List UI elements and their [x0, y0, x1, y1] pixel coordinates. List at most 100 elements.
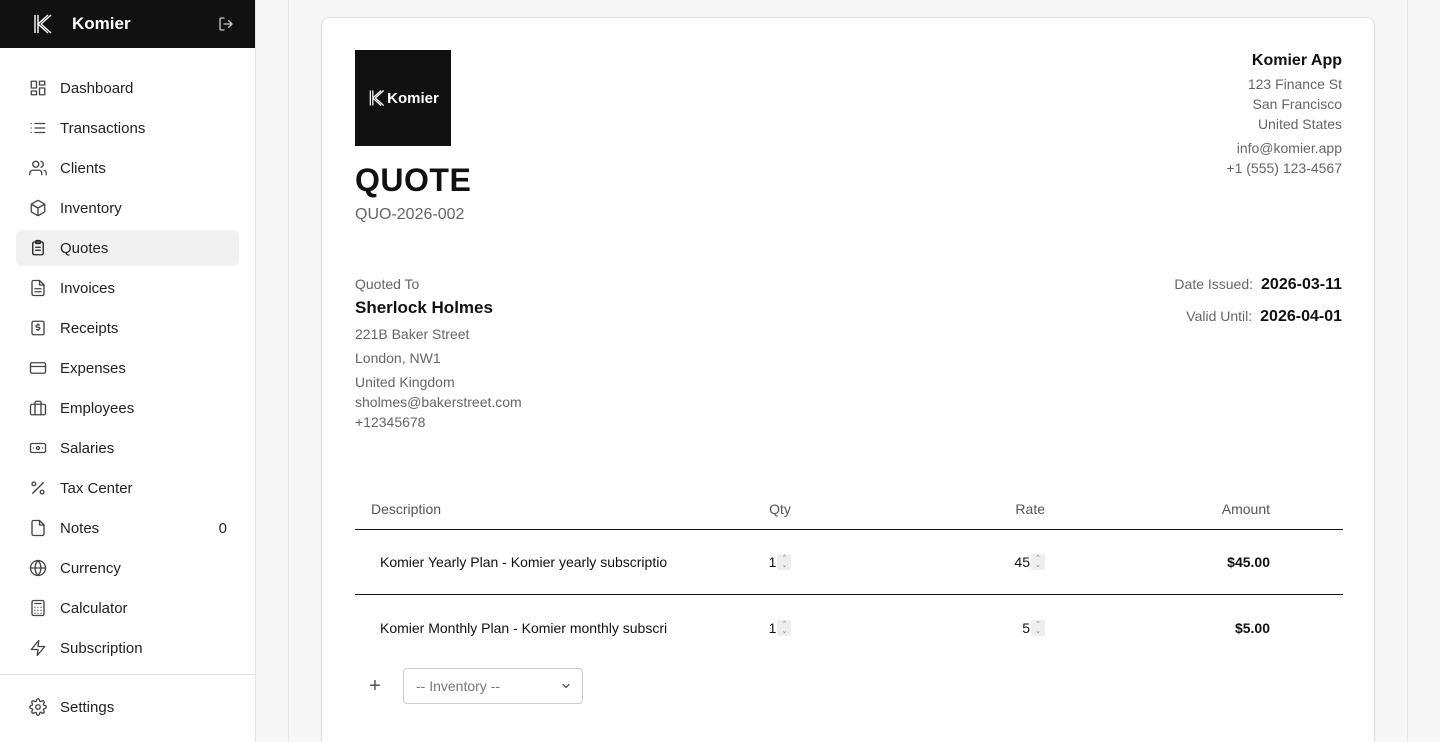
sidebar-item-label: Subscription	[60, 639, 143, 657]
date-issued-value[interactable]: 2026-03-11	[1261, 276, 1342, 294]
valid-until-value[interactable]: 2026-04-01	[1260, 308, 1342, 326]
sidebar-item-currency[interactable]: Currency	[16, 550, 239, 586]
box-icon	[28, 198, 48, 218]
item-rate-cell: 5 ⌃ ⌄	[845, 619, 1045, 636]
sidebar-item-label: Dashboard	[60, 79, 134, 97]
stepper-arrows-icon[interactable]: ⌃ ⌄	[777, 554, 792, 570]
sidebar-item-label: Invoices	[60, 279, 116, 297]
sidebar-item-employees[interactable]: Employees	[16, 390, 239, 426]
qty-stepper[interactable]: 1 ⌃ ⌄	[769, 554, 792, 570]
company-country: United States	[1257, 116, 1342, 132]
sidebar-item-calculator[interactable]: Calculator	[16, 590, 239, 626]
company-city: San Francisco	[1252, 96, 1342, 112]
client-street: 221B Baker Street	[355, 326, 470, 342]
sidebar-item-transactions[interactable]: Transactions	[16, 110, 239, 146]
sidebar-item-dashboard[interactable]: Dashboard	[16, 70, 239, 106]
sidebar-item-invoices[interactable]: Invoices	[16, 270, 239, 306]
header-description: Description	[371, 500, 442, 517]
item-qty-cell: 1 ⌃ ⌄	[715, 554, 845, 570]
sidebar-item-label: Settings	[60, 698, 115, 716]
item-amount: $5.00	[1234, 619, 1270, 636]
stepper-arrows-icon[interactable]: ⌃ ⌄	[1031, 554, 1045, 570]
valid-until-label: Valid Until:	[1186, 308, 1253, 324]
sidebar-item-label: Quotes	[60, 239, 109, 257]
date-issued-row: Date Issued: 2026-03-11	[1174, 276, 1342, 308]
valid-until-row: Valid Until: 2026-04-01	[1174, 308, 1342, 340]
table-row: Komier Yearly Plan - Komier yearly subsc…	[355, 530, 1343, 595]
header-qty: Qty	[769, 500, 791, 517]
sidebar-item-salaries[interactable]: Salaries	[16, 430, 239, 466]
chevron-down-icon	[562, 683, 570, 689]
globe-icon	[28, 558, 48, 578]
dashboard-icon	[28, 78, 48, 98]
document-logo-text: Komier	[387, 89, 439, 107]
sidebar-item-label: Employees	[60, 399, 135, 417]
sidebar-item-inventory[interactable]: Inventory	[16, 190, 239, 226]
sidebar-footer: Settings	[0, 674, 255, 729]
calculator-icon	[28, 598, 48, 618]
list-icon	[28, 118, 48, 138]
quoted-to-label: Quoted To	[355, 276, 420, 292]
item-qty-cell: 1 ⌃ ⌄	[715, 619, 845, 636]
users-icon	[28, 158, 48, 178]
rate-stepper[interactable]: 5 ⌃ ⌄	[1022, 619, 1045, 636]
qty-stepper[interactable]: 1 ⌃ ⌄	[769, 619, 792, 636]
sidebar-nav: Dashboard Transactions Clients Inventory…	[0, 48, 255, 666]
receipt-dollar-icon	[28, 318, 48, 338]
sidebar-item-tax-center[interactable]: Tax Center	[16, 470, 239, 506]
stepper-arrows-icon[interactable]: ⌃ ⌄	[1031, 619, 1045, 636]
rate-value: 45	[1014, 554, 1030, 570]
client-city: London, NW1	[355, 350, 441, 366]
item-description-input[interactable]: Komier Yearly Plan - Komier yearly subsc…	[355, 554, 715, 570]
rate-value: 5	[1022, 619, 1030, 636]
sidebar-item-settings[interactable]: Settings	[16, 689, 239, 725]
rate-stepper[interactable]: 45 ⌃ ⌄	[1014, 554, 1045, 570]
quoted-to-block: Quoted To Sherlock Holmes 221B Baker Str…	[355, 276, 522, 432]
logout-icon[interactable]	[215, 13, 237, 35]
sidebar-item-quotes[interactable]: Quotes	[16, 230, 239, 266]
qty-value: 1	[768, 554, 777, 570]
sidebar-item-label: Notes	[60, 519, 100, 537]
komier-logo-icon[interactable]	[30, 11, 56, 37]
item-description-input[interactable]: Komier Monthly Plan - Komier monthly sub…	[355, 620, 715, 636]
sidebar-item-receipts[interactable]: Receipts	[16, 310, 239, 346]
inventory-select[interactable]: -- Inventory --	[403, 668, 583, 704]
gear-icon	[28, 697, 48, 717]
sidebar-item-label: Expenses	[60, 359, 126, 377]
banknote-icon	[28, 438, 48, 458]
file-text-icon	[28, 278, 48, 298]
inventory-select-value: -- Inventory --	[416, 678, 501, 694]
table-row: Komier Monthly Plan - Komier monthly sub…	[355, 595, 1343, 660]
sidebar-item-subscription[interactable]: Subscription	[16, 630, 239, 666]
sidebar-item-clients[interactable]: Clients	[16, 150, 239, 186]
clipboard-icon	[28, 238, 48, 258]
document-logo: Komier	[355, 50, 451, 146]
header-rate: Rate	[1015, 500, 1045, 517]
company-phone: +1 (555) 123-4567	[1226, 160, 1342, 176]
sidebar-item-notes[interactable]: Notes 0	[16, 510, 239, 546]
company-street: 123 Finance St	[1247, 76, 1342, 92]
item-amount: $45.00	[1227, 554, 1270, 570]
client-name: Sherlock Holmes	[355, 298, 493, 317]
sidebar-item-label: Calculator	[60, 599, 128, 617]
app-name: Komier	[72, 14, 131, 33]
quote-dates: Date Issued: 2026-03-11 Valid Until: 202…	[1174, 276, 1342, 340]
briefcase-icon	[28, 398, 48, 418]
date-issued-label: Date Issued:	[1174, 276, 1254, 292]
sidebar-item-expenses[interactable]: Expenses	[16, 350, 239, 386]
sidebar-item-label: Salaries	[60, 439, 115, 457]
sidebar-item-label: Clients	[60, 159, 106, 177]
sidebar-item-label: Receipts	[60, 319, 119, 337]
line-items-table: Description Qty Rate Amount Komier Yearl…	[355, 488, 1343, 660]
document-number: QUO-2026-002	[355, 206, 465, 223]
add-item-row: + -- Inventory --	[362, 668, 583, 704]
komier-logo-mark-icon	[369, 90, 385, 106]
brand-header: Komier	[0, 0, 255, 48]
add-item-button[interactable]: +	[362, 673, 388, 699]
percent-icon	[28, 478, 48, 498]
header-amount: Amount	[1221, 500, 1270, 517]
notes-count-badge: 0	[218, 519, 227, 537]
sidebar-item-label: Tax Center	[60, 479, 133, 497]
sidebar-item-label: Transactions	[60, 119, 146, 137]
stepper-arrows-icon[interactable]: ⌃ ⌄	[777, 619, 792, 636]
